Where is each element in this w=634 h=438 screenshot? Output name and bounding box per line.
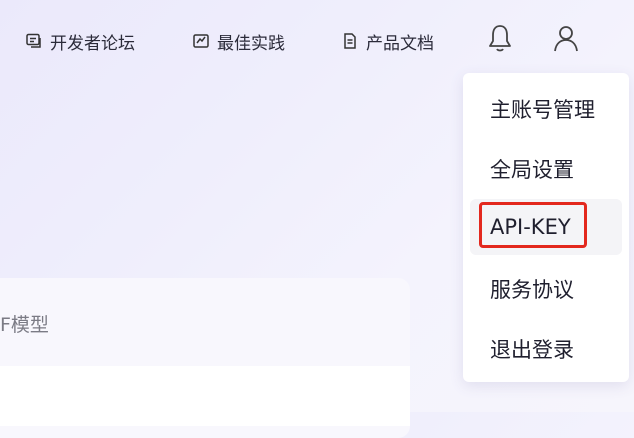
nav-link-developer-forum[interactable]: 开发者论坛 (24, 28, 135, 54)
nav-link-label: 开发者论坛 (50, 33, 135, 54)
notification-button[interactable] (485, 24, 515, 56)
nav-link-label: 产品文档 (366, 33, 434, 54)
menu-item-label: 服务协议 (490, 278, 574, 302)
user-dropdown-menu: 主账号管理 全局设置 API-KEY 服务协议 退出登录 (463, 73, 629, 382)
menu-item-label: 全局设置 (490, 158, 574, 182)
top-navigation: 开发者论坛 最佳实践 产品文档 (0, 0, 634, 80)
practice-icon (191, 31, 211, 51)
card-content-area (0, 366, 410, 426)
user-menu-button[interactable] (551, 24, 581, 56)
menu-item-label: API-KEY (490, 215, 571, 239)
nav-link-product-docs[interactable]: 产品文档 (340, 28, 434, 54)
menu-item-api-key[interactable]: API-KEY (470, 199, 622, 255)
menu-item-service-agreement[interactable]: 服务协议 (470, 261, 622, 317)
menu-item-account-management[interactable]: 主账号管理 (470, 81, 622, 137)
menu-item-logout[interactable]: 退出登录 (470, 321, 622, 377)
menu-item-global-settings[interactable]: 全局设置 (470, 141, 622, 197)
user-icon (552, 23, 580, 57)
menu-item-label: 退出登录 (490, 338, 574, 362)
menu-item-label: 主账号管理 (490, 98, 595, 122)
forum-icon (24, 31, 44, 51)
card-title: F模型 (0, 314, 49, 336)
bell-icon (486, 23, 514, 57)
document-icon (340, 31, 360, 51)
nav-link-best-practice[interactable]: 最佳实践 (191, 28, 285, 54)
nav-link-label: 最佳实践 (217, 33, 285, 54)
